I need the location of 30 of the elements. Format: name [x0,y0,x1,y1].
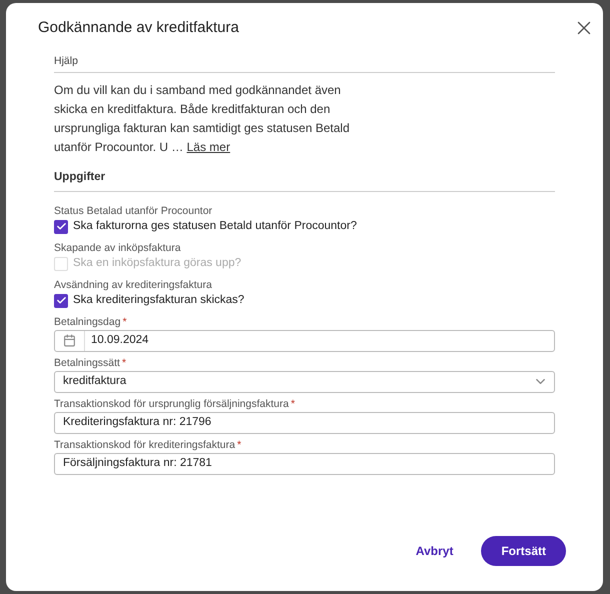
checkmark-icon [56,295,66,306]
cancel-button[interactable]: Avbryt [414,536,456,566]
required-asterisk: * [122,316,127,328]
field-label: Betalningssätt * [54,356,128,370]
field-label: Betalningsdag * [54,314,128,330]
option-label: Skapande av inköpsfaktura [54,240,182,254]
checkbox[interactable] [54,220,68,234]
input-field[interactable]: Försäljningsfaktura nr: 21781 [54,452,555,474]
help-text: Om du vill kan du i samband med godkännandet även skicka en kreditfaktura. Både kreditfakturan och den ursprungliga fakturan kan samtidigt ges statusen Betald utanför Procountor. U … Läs mer [54,82,351,156]
section-heading: Hjälp [54,54,555,74]
input-field[interactable]: Krediteringsfaktura nr: 21796 [54,412,555,434]
checkbox-text: Ska krediteringsfakturan skickas? [73,292,244,308]
select-field[interactable]: kreditfaktura [54,370,555,392]
required-asterisk: * [237,438,242,450]
dialog-title: Godkännande av kreditfaktura [38,18,239,38]
checkbox-text: Ska en inköpsfaktura göras upp? [73,256,242,271]
option-label: Avsändning av krediteringsfaktura [54,278,213,292]
field-label: Transaktionskod för ursprunglig försäljningsfaktura * [54,396,296,412]
read-more-link[interactable]: Läs mer [186,140,230,154]
checkmark-icon [56,221,66,232]
required-asterisk: * [122,356,126,368]
calendar-icon [63,334,76,347]
field-label: Transaktionskod för krediteringsfaktura * [54,438,242,452]
section-heading: Uppgifter [54,169,555,192]
required-asterisk: * [290,398,295,410]
date-field[interactable]: 10.09.2024 [54,330,555,352]
checkbox-text: Ska fakturorna ges statusen Betald utanför Procountor? [73,218,357,234]
option-label: Status Betalad utanför Procountor [54,204,214,218]
continue-button[interactable]: Fortsätt [481,536,566,566]
checkbox[interactable] [54,294,68,308]
